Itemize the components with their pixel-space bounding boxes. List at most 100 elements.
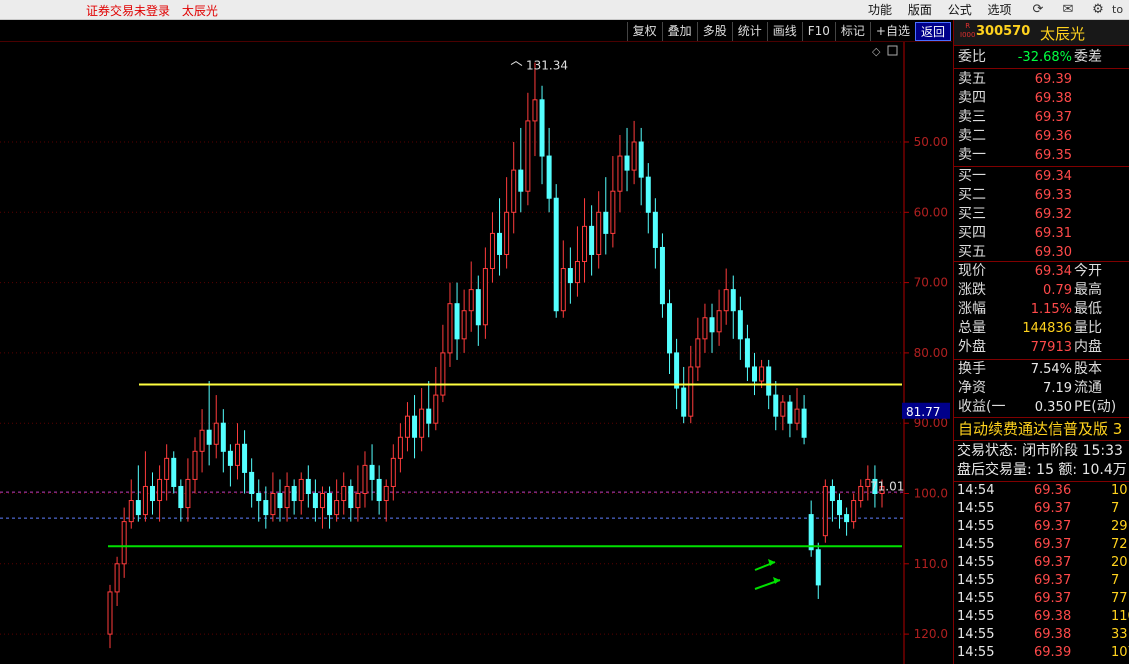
menu-function[interactable]: 功能 <box>868 1 892 18</box>
kline-svg[interactable]: 120.0110.0100.090.0080.0070.0060.0050.00… <box>0 42 952 664</box>
candle-body <box>518 169 524 192</box>
candle-body <box>298 478 304 502</box>
statistics-button[interactable]: 统计 <box>731 22 767 41</box>
candle-body <box>426 408 432 424</box>
candle-body <box>652 211 658 248</box>
candle-body <box>178 485 184 509</box>
tick-vol: 77 <box>1111 591 1128 606</box>
candle-body <box>284 485 290 509</box>
bid-row: 买四 69.31 <box>954 224 1129 243</box>
tick-row: 14:55 69.37 7 <box>954 572 1129 590</box>
quote-row-value: 77913 <box>1030 340 1072 355</box>
weibi-value: -32.68% <box>1017 50 1072 65</box>
quote-row: 外盘 77913 内盘 <box>954 338 1129 357</box>
chart-toolbar: 复权 叠加 多股 统计 画线 F10 标记 +自选 返回 <box>0 20 952 42</box>
tick-time: 14:55 <box>957 627 995 642</box>
candle-body <box>829 485 835 502</box>
y-tick-label: 70.00 <box>914 276 948 290</box>
candle-body <box>844 514 850 523</box>
ask-row-label: 卖一 <box>958 147 986 163</box>
finance-row-label: 换手 <box>958 361 986 377</box>
bid-row-value: 69.31 <box>1034 226 1072 241</box>
ask-row-label: 卖四 <box>958 90 986 106</box>
bid-row: 买三 69.32 <box>954 205 1129 224</box>
high-label: 131.34 <box>526 59 568 73</box>
candle-body <box>319 493 325 509</box>
back-button[interactable]: 返回 <box>914 22 951 41</box>
f10-button[interactable]: F10 <box>801 22 835 41</box>
menu-options[interactable]: 选项 <box>988 1 1012 18</box>
trade-status: 交易状态: 闭市阶段 15:33 <box>957 443 1123 459</box>
overlay-button[interactable]: 叠加 <box>661 22 697 41</box>
ask-row: 卖五 69.39 <box>954 70 1129 89</box>
candle-body <box>822 485 828 537</box>
candle-body <box>617 155 623 192</box>
candle-body <box>206 429 212 445</box>
tick-price: 69.38 <box>1034 627 1072 642</box>
settings-icon[interactable]: ⚙ <box>1090 2 1106 18</box>
title-extra[interactable]: to <box>1112 2 1126 18</box>
candle-body <box>659 246 665 305</box>
restore-rights-button[interactable]: 复权 <box>626 22 662 41</box>
renewal-notice[interactable]: 自动续费通达信普及版 3 <box>954 418 1129 440</box>
weibi-label: 委比 <box>958 49 986 65</box>
candle-body <box>192 450 198 480</box>
bid-row-label: 买一 <box>958 168 986 184</box>
candle-body <box>744 338 750 368</box>
tick-price: 69.36 <box>1034 483 1072 498</box>
ask-row-value: 69.39 <box>1034 72 1072 87</box>
candle-body <box>475 289 481 326</box>
menu-layout[interactable]: 版面 <box>908 1 932 18</box>
tick-time: 14:54 <box>957 483 995 498</box>
finance-row-label2: PE(动) <box>1074 399 1117 415</box>
candle-body <box>837 500 843 516</box>
candle-body <box>433 394 439 424</box>
bid-row: 买二 69.33 <box>954 186 1129 205</box>
bid-row: 买一 69.34 <box>954 167 1129 186</box>
candle-body <box>667 303 673 354</box>
draw-line-button[interactable]: 画线 <box>766 22 802 41</box>
tick-time: 14:55 <box>957 519 995 534</box>
add-watchlist-button[interactable]: +自选 <box>869 22 915 41</box>
tick-price: 69.37 <box>1034 501 1072 516</box>
tick-row: 14:55 69.37 7 <box>954 500 1129 518</box>
tick-price: 69.37 <box>1034 555 1072 570</box>
quote-row-label2: 最低 <box>1074 301 1102 317</box>
candle-body <box>645 176 651 213</box>
divider <box>954 440 1129 441</box>
mark-button[interactable]: 标记 <box>834 22 870 41</box>
bid-row-value: 69.33 <box>1034 188 1072 203</box>
tick-time: 14:55 <box>957 591 995 606</box>
tick-vol: 110 <box>1111 609 1129 624</box>
quote-row-label2: 内盘 <box>1074 339 1102 355</box>
tick-time: 14:55 <box>957 609 995 624</box>
candle-body <box>716 310 722 333</box>
candle-body <box>709 317 715 333</box>
ask-row-value: 69.38 <box>1034 91 1072 106</box>
tick-price: 69.37 <box>1034 537 1072 552</box>
divider <box>954 68 1129 69</box>
weicha-label: 委差 <box>1074 49 1102 65</box>
candle-body <box>511 169 517 213</box>
candle-body <box>291 485 297 502</box>
multi-stock-button[interactable]: 多股 <box>696 22 732 41</box>
mail-icon[interactable]: ✉ <box>1060 2 1076 18</box>
y-tick-label: 60.00 <box>914 205 948 219</box>
kline-chart[interactable]: 120.0 110.0 100.0 90.00 80.00 70.00 60.00 50.00… <box>0 42 952 664</box>
tick-time: 14:55 <box>957 555 995 570</box>
candle-body <box>157 478 163 502</box>
candle-body <box>348 485 354 509</box>
candle-body <box>149 485 155 502</box>
ask-row-value: 69.36 <box>1034 129 1072 144</box>
candle-body <box>574 261 580 284</box>
tick-vol: 7 <box>1111 573 1120 588</box>
quote-row-value: 144836 <box>1022 321 1072 336</box>
refresh-icon[interactable]: ⟳ <box>1030 2 1046 18</box>
finance-row: 收益(一 0.350 PE(动) <box>954 398 1129 417</box>
bid-row-label: 买三 <box>958 206 986 222</box>
candle-body <box>397 436 403 459</box>
candle-body <box>355 493 361 509</box>
bid-row-label: 买四 <box>958 225 986 241</box>
menu-formula[interactable]: 公式 <box>948 1 972 18</box>
login-status[interactable]: 证券交易未登录 <box>86 4 170 18</box>
